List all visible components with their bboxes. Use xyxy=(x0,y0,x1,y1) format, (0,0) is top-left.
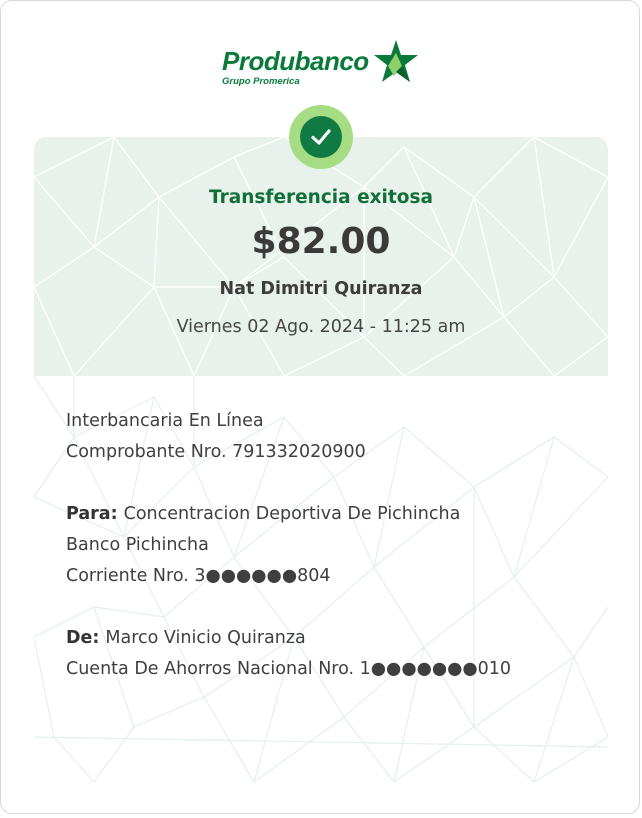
beneficiary-name: Nat Dimitri Quiranza xyxy=(219,279,423,299)
sender-line: De: Marco Vinicio Quiranza xyxy=(66,628,306,648)
brand-wordmark: Produbanco xyxy=(222,46,369,76)
recipient-name: Concentracion Deportiva De Pichincha xyxy=(123,504,461,524)
sender-name: Marco Vinicio Quiranza xyxy=(105,628,306,648)
transfer-datetime: Viernes 02 Ago. 2024 - 11:25 am xyxy=(176,317,466,337)
receipt-number: Comprobante Nro. 791332020900 xyxy=(66,442,366,462)
check-circle-icon xyxy=(300,116,342,158)
status-title: Transferencia exitosa xyxy=(209,187,433,208)
brand-group-label: Grupo Promerica xyxy=(222,76,300,87)
recipient-bank: Banco Pichincha xyxy=(66,535,209,555)
sender-label: De: xyxy=(66,628,100,648)
recipient-line: Para: Concentracion Deportiva De Pichinch… xyxy=(66,504,460,524)
transfer-type: Interbancaria En Línea xyxy=(66,411,264,431)
recipient-account: Corriente Nro. 3●●●●●●804 xyxy=(66,566,331,586)
recipient-label: Para: xyxy=(66,504,118,524)
sender-account: Cuenta De Ahorros Nacional Nro. 1●●●●●●●… xyxy=(66,659,512,679)
success-badge xyxy=(289,105,353,169)
transfer-amount: $82.00 xyxy=(251,221,391,262)
produbanco-logo: Produbanco Grupo Promerica xyxy=(220,40,430,92)
brand-star-icon xyxy=(374,40,418,82)
